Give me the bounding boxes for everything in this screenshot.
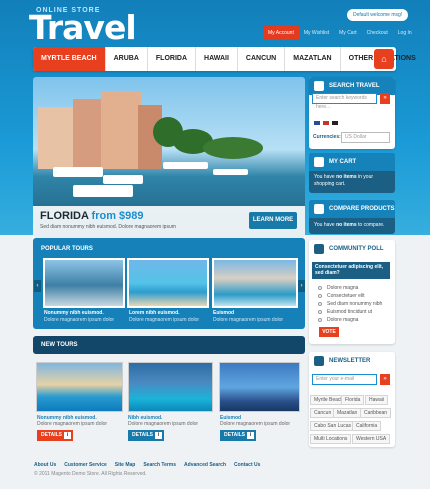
nav-item-florida[interactable]: FLORIDA [148, 47, 197, 71]
login-link[interactable]: Log In [393, 26, 417, 40]
footer-advanced-search[interactable]: Advanced Search [184, 462, 226, 468]
poll-option: Dolore magna [327, 317, 359, 323]
tag-caribbean[interactable]: Caribbean [360, 408, 392, 418]
new-tour-desc: Dolore magnaorem ipsum dolor [128, 421, 199, 427]
nav-item-myrtle-beach[interactable]: MYRTLE BEACH [33, 47, 106, 71]
tour-thumbnail[interactable] [43, 258, 125, 308]
poll-radio[interactable] [318, 318, 322, 322]
logo[interactable]: Travel [29, 11, 137, 44]
footer-contact-us[interactable]: Contact Us [234, 462, 260, 468]
info-icon: i [247, 432, 254, 439]
tag-multi-locations[interactable]: Multi Locations [310, 434, 352, 444]
copyright: © 2011 Magento Demo Store. All Rights Re… [34, 471, 147, 477]
tour-thumbnail[interactable] [212, 258, 298, 308]
nav-item-hawaii[interactable]: HAWAII [196, 47, 238, 71]
people-icon [314, 244, 324, 254]
tag-western-usa[interactable]: Western USA [352, 434, 391, 444]
tag-cabo-san-lucas[interactable]: Cabo San Lucas [310, 421, 355, 431]
vote-button[interactable]: VOTE [319, 327, 339, 337]
tour-thumbnail[interactable] [127, 258, 209, 308]
footer-site-map[interactable]: Site Map [115, 462, 136, 468]
hero-price: from $989 [91, 210, 144, 222]
carousel-next-arrow[interactable]: › [298, 280, 305, 292]
tag-florida[interactable]: Florida [341, 395, 365, 405]
popular-tours-title: POPULAR TOURS [41, 246, 93, 252]
search-input[interactable]: Enter search keywords here... [312, 93, 377, 110]
tag-cancun[interactable]: Cancun [310, 408, 336, 418]
welcome-message: Default welcome msg! [347, 9, 409, 21]
poll-radio[interactable] [318, 294, 322, 298]
new-tours-title: NEW TOURS [33, 336, 305, 354]
flag-de-icon[interactable] [332, 121, 338, 125]
flag-fr-icon[interactable] [323, 121, 329, 125]
cart-icon [314, 157, 324, 167]
carousel-prev-arrow[interactable]: ‹ [34, 280, 41, 292]
hero-subtitle: Sed diam nonummy nibh euismod. Dolore ma… [40, 224, 176, 230]
footer-search-terms[interactable]: Search Terms [143, 462, 176, 468]
currencies-label: Currencies: [313, 134, 341, 140]
search-go-button[interactable]: » [380, 93, 390, 104]
cart-title: MY CART [309, 153, 395, 171]
popular-tour-name[interactable]: Euismod [213, 310, 234, 316]
mail-icon [314, 356, 324, 366]
flag-uk-icon[interactable] [314, 121, 320, 125]
newsletter-subscribe-button[interactable]: » [380, 374, 390, 385]
currency-select[interactable]: US Dollar [341, 132, 390, 143]
cart-text: You have no items in your shopping cart. [314, 174, 374, 187]
search-icon [314, 81, 324, 91]
poll-radio[interactable] [318, 310, 322, 314]
details-button[interactable]: DETAILS i [37, 430, 73, 441]
new-tour-thumbnail[interactable] [128, 362, 213, 412]
compare-text: You have no items to compare. [314, 222, 385, 228]
footer-customer-service[interactable]: Customer Service [64, 462, 107, 468]
newsletter-title: NEWSLETTER [309, 352, 395, 370]
new-tour-desc: Dolore magnaorem ipsum dolor [37, 421, 108, 427]
details-button[interactable]: DETAILS i [128, 430, 164, 441]
tag-mazatlan[interactable]: Mazatlan [333, 408, 362, 418]
info-icon: i [155, 432, 162, 439]
popular-tour-desc: Dolore magnaorem ipsum dolor [213, 317, 284, 323]
popular-tour-name[interactable]: Nonummy nibh euismod. [44, 310, 104, 316]
details-button[interactable]: DETAILS i [220, 430, 256, 441]
learn-more-button[interactable]: LEARN MORE [249, 212, 297, 229]
popular-tour-desc: Dolore magnaorem ipsum dolor [44, 317, 115, 323]
new-tour-thumbnail[interactable] [219, 362, 300, 412]
poll-radio[interactable] [318, 286, 322, 290]
poll-option: Dolore magna [327, 285, 359, 291]
poll-radio[interactable] [318, 302, 322, 306]
top-links: My Account My Wishlist My Cart Checkout … [263, 26, 417, 40]
tag-hawaii[interactable]: Hawaii [365, 395, 389, 405]
poll-option: Sed diam nonummy nibh [327, 301, 383, 307]
hero-title: FLORIDA from $989 [40, 210, 144, 222]
nav-item-aruba[interactable]: ARUBA [106, 47, 148, 71]
new-tour-desc: Dolore magnaorem ipsum dolor [220, 421, 291, 427]
new-tour-thumbnail[interactable] [36, 362, 123, 412]
poll-question: Consectetuer adipiscing elit, sed diam? [312, 262, 390, 279]
info-icon: i [64, 432, 71, 439]
my-cart-link[interactable]: My Cart [334, 26, 362, 40]
newsletter-email-input[interactable]: Enter your e-mail [312, 374, 377, 385]
tag-california[interactable]: California [352, 421, 382, 431]
popular-tour-desc: Dolore magnaorem ipsum dolor [129, 317, 200, 323]
compare-box: COMPARE PRODUCTS You have no items to co… [309, 200, 395, 234]
main-nav: MYRTLE BEACH ARUBA FLORIDA HAWAII CANCUN… [33, 47, 416, 71]
checkout-link[interactable]: Checkout [362, 26, 393, 40]
my-wishlist-link[interactable]: My Wishlist [299, 26, 334, 40]
my-account-link[interactable]: My Account [263, 26, 299, 40]
footer-links: About Us Customer Service Site Map Searc… [34, 462, 260, 468]
cart-box: MY CART You have no items in your shoppi… [309, 153, 395, 193]
footer-about-us[interactable]: About Us [34, 462, 56, 468]
popular-tour-name[interactable]: Lorem nibh euismod. [129, 310, 180, 316]
poll-option: Consectetuer elit [327, 293, 365, 299]
poll-option: Euismod tincidunt ut [327, 309, 373, 315]
home-icon[interactable]: ⌂ [374, 49, 394, 69]
poll-title: COMMUNITY POLL [309, 240, 395, 258]
compare-icon [314, 204, 324, 214]
compare-title: COMPARE PRODUCTS [309, 200, 395, 218]
nav-item-mazatlan[interactable]: MAZATLAN [285, 47, 341, 71]
nav-item-cancun[interactable]: CANCUN [238, 47, 286, 71]
